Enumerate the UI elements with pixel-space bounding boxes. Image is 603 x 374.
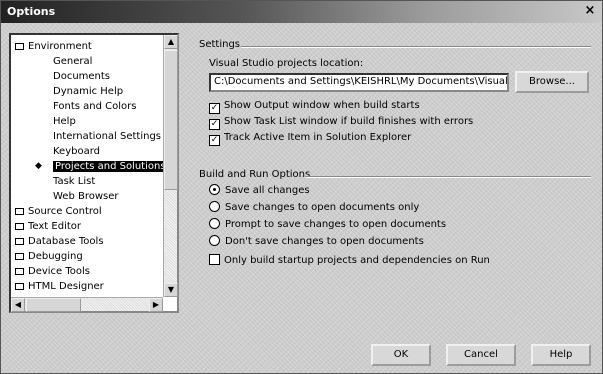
tree-item-label: Text Editor	[28, 221, 81, 232]
checkbox-unchecked-icon	[209, 254, 220, 265]
scroll-up-icon[interactable]: ▲	[164, 35, 178, 49]
scroll-down-icon[interactable]: ▼	[164, 283, 178, 297]
tree-item-documents[interactable]: Documents	[13, 69, 163, 84]
tree-item-help[interactable]: Help	[13, 114, 163, 129]
build-divider	[306, 176, 591, 178]
tree-vertical-scrollbar[interactable]: ▲ ▼	[163, 35, 178, 297]
scroll-thumb[interactable]	[26, 298, 81, 312]
radio-label: Save changes to open documents only	[225, 202, 420, 213]
checkbox-label: Only build startup projects and dependen…	[224, 255, 490, 266]
folder-open-icon	[15, 43, 24, 50]
folder-icon	[15, 208, 24, 215]
tree-item-general[interactable]: General	[13, 54, 163, 69]
tree-item-html-designer[interactable]: HTML Designer	[13, 279, 163, 294]
tree-item-device-tools[interactable]: Device Tools	[13, 264, 163, 279]
tree-item-label: Dynamic Help	[53, 86, 124, 97]
radio-icon	[209, 218, 220, 229]
tree-item-environment[interactable]: Environment	[13, 39, 163, 54]
tree-item-international-settings[interactable]: International Settings	[13, 129, 163, 144]
window-title: Options	[7, 5, 56, 18]
tree-item-web-browser[interactable]: Web Browser	[13, 189, 163, 204]
folder-icon	[15, 223, 24, 230]
tree-item-label: Help	[53, 116, 76, 127]
show-output-checkbox[interactable]: ✓ Show Output window when build starts	[209, 99, 420, 114]
tree-item-dynamic-help[interactable]: Dynamic Help	[13, 84, 163, 99]
tree-item-fonts-and-colors[interactable]: Fonts and Colors	[13, 99, 163, 114]
build-run-heading: Build and Run Options	[199, 169, 311, 180]
radio-label: Prompt to save changes to open documents	[225, 219, 447, 230]
tree-list: Environment General Documents Dynamic He…	[13, 39, 163, 294]
folder-icon	[15, 253, 24, 260]
folder-icon	[15, 283, 24, 290]
tree-item-label: HTML Designer	[28, 281, 104, 292]
tree-item-label: Task List	[53, 176, 96, 187]
checkbox-checked-icon: ✓	[209, 103, 220, 114]
ok-button[interactable]: OK	[371, 344, 431, 366]
radio-label: Save all changes	[225, 185, 310, 196]
options-dialog: Options × Environment General Documents …	[0, 0, 603, 374]
scroll-thumb[interactable]	[164, 50, 178, 190]
close-button[interactable]: ×	[581, 3, 599, 19]
location-label: Visual Studio projects location:	[209, 58, 364, 69]
tree-item-label: Source Control	[28, 206, 102, 217]
tree-item-projects-and-solutions[interactable]: ◆ Projects and Solutions	[13, 159, 163, 174]
tree-item-label: Fonts and Colors	[53, 101, 137, 112]
tree-item-label: Environment	[28, 41, 92, 52]
tree-item-text-editor[interactable]: Text Editor	[13, 219, 163, 234]
tree-horizontal-scrollbar[interactable]: ◀ ▶	[11, 297, 163, 312]
help-button[interactable]: Help	[531, 344, 591, 366]
radio-save-open-only[interactable]: Save changes to open documents only	[209, 201, 419, 215]
tree-item-label: Projects and Solutions	[53, 161, 163, 172]
selected-arrow-icon: ◆	[35, 161, 42, 171]
tree-item-label: International Settings	[53, 131, 162, 142]
settings-heading: Settings	[199, 39, 241, 50]
tree-item-label: General	[53, 56, 93, 67]
browse-button[interactable]: Browse...	[515, 71, 589, 93]
tree-item-label: Debugging	[28, 251, 83, 262]
tree-item-database-tools[interactable]: Database Tools	[13, 234, 163, 249]
tree-item-source-control[interactable]: Source Control	[13, 204, 163, 219]
radio-label: Don't save changes to open documents	[225, 236, 424, 247]
radio-save-all[interactable]: Save all changes	[209, 184, 310, 198]
tree-item-label: Device Tools	[28, 266, 91, 277]
radio-icon	[209, 235, 220, 246]
tree-item-label: Keyboard	[53, 146, 101, 157]
checkbox-label: Track Active Item in Solution Explorer	[224, 132, 412, 143]
scroll-right-icon[interactable]: ▶	[149, 298, 163, 312]
tree-item-label: Documents	[53, 71, 111, 82]
checkbox-checked-icon: ✓	[209, 119, 220, 130]
checkbox-checked-icon: ✓	[209, 135, 220, 146]
tree-item-debugging[interactable]: Debugging	[13, 249, 163, 264]
tree-item-label: Database Tools	[28, 236, 104, 247]
show-task-list-checkbox[interactable]: ✓ Show Task List window if build finishes…	[209, 115, 474, 130]
tree-item-task-list[interactable]: Task List	[13, 174, 163, 189]
folder-icon	[15, 268, 24, 275]
radio-selected-icon	[209, 184, 220, 195]
radio-prompt-save[interactable]: Prompt to save changes to open documents	[209, 218, 446, 232]
radio-icon	[209, 201, 220, 212]
projects-location-input[interactable]: C:\Documents and Settings\KEISHRL\My Doc…	[209, 73, 509, 92]
checkbox-label: Show Output window when build starts	[224, 100, 420, 111]
tree-item-label: Web Browser	[53, 191, 119, 202]
options-tree: Environment General Documents Dynamic He…	[9, 33, 179, 313]
cancel-button[interactable]: Cancel	[446, 344, 516, 366]
settings-divider	[241, 46, 591, 48]
folder-icon	[15, 238, 24, 245]
checkbox-label: Show Task List window if build finishes …	[224, 116, 474, 127]
track-active-item-checkbox[interactable]: ✓ Track Active Item in Solution Explorer	[209, 131, 412, 146]
radio-dont-save[interactable]: Don't save changes to open documents	[209, 235, 424, 249]
startup-projects-checkbox[interactable]: Only build startup projects and dependen…	[209, 254, 490, 268]
title-bar[interactable]: Options ×	[1, 1, 602, 23]
tree-item-keyboard[interactable]: Keyboard	[13, 144, 163, 159]
scroll-left-icon[interactable]: ◀	[11, 298, 25, 312]
